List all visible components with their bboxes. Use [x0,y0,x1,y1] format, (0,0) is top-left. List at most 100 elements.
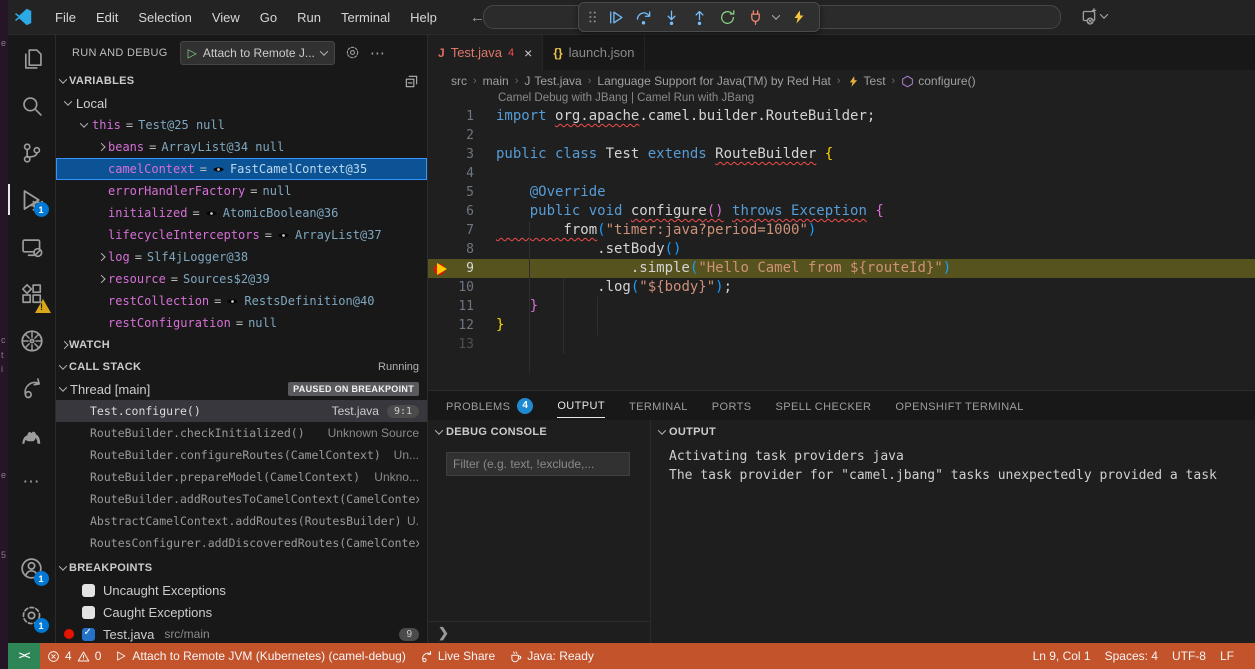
menu-file[interactable]: File [46,6,85,29]
code-line[interactable]: 10 .log("${body}"); [428,278,1255,297]
java-status[interactable]: Java: Ready [502,643,601,669]
stack-frame-row[interactable]: RouteBuilder.checkInitialized()Unknown S… [56,422,427,444]
variable-row[interactable]: restConfiguration=null [56,312,427,334]
collapse-all-icon[interactable] [404,74,419,89]
tree-chevron[interactable] [60,100,76,106]
activity-explorer[interactable] [8,35,56,82]
breakpoint-checkbox[interactable] [82,628,95,641]
panel-tab-terminal[interactable]: TERMINAL [629,391,688,420]
gear-icon[interactable] [345,45,360,60]
menu-view[interactable]: View [203,6,249,29]
problems-status[interactable]: 4 0 [40,643,108,669]
menu-help[interactable]: Help [401,6,446,29]
menu-terminal[interactable]: Terminal [332,6,399,29]
code-line[interactable]: 2 [428,126,1255,145]
chevron-down-button[interactable] [771,5,783,29]
variable-row[interactable]: beans=ArrayList@34 null [56,136,427,158]
stack-frame-row[interactable]: RouteBuilder.addRoutesToCamelContext(Cam… [56,488,427,510]
gutter[interactable] [428,240,454,259]
tab-test-java[interactable]: JTest.java4× [428,35,543,70]
remote-indicator[interactable]: >< [8,643,40,669]
code-line[interactable]: 11 } [428,297,1255,316]
debug-console-input[interactable]: ❯ [428,621,650,643]
gutter[interactable] [428,297,454,316]
code-area[interactable]: 1import org.apache.camel.builder.RouteBu… [428,107,1255,354]
lazy-eval-eye-icon[interactable] [226,295,239,308]
activity-source-control[interactable] [8,129,56,176]
close-icon[interactable]: × [524,45,532,61]
output-log[interactable]: Activating task providers javaThe task p… [651,444,1255,485]
variable-row[interactable]: errorHandlerFactory=null [56,180,427,202]
tree-chevron[interactable] [92,276,108,282]
breakpoint-checkbox[interactable] [82,584,95,597]
cursor-position[interactable]: Ln 9, Col 1 [1026,649,1098,663]
panel-tab-spell-checker[interactable]: SPELL CHECKER [776,391,872,420]
thread-row[interactable]: Thread [main] PAUSED ON BREAKPOINT [56,378,427,400]
code-line[interactable]: 7 from("timer:java?period=1000") [428,221,1255,240]
activity-extensions[interactable] [8,270,56,317]
breakpoint-row[interactable]: Uncaught Exceptions [56,579,427,601]
start-debug-icon[interactable]: ▷ [188,46,197,60]
variable-row[interactable]: Local [56,92,427,114]
variable-row[interactable]: log=Slf4jLogger@38 [56,246,427,268]
variable-row[interactable]: resource=Sources$2@39 [56,268,427,290]
panel-tab-problems[interactable]: PROBLEMS4 [446,391,533,420]
lazy-eval-eye-icon[interactable] [212,163,225,176]
breadcrumb-item[interactable]: Language Support for Java(TM) by Red Hat [597,74,830,88]
breadcrumb-item[interactable]: main [483,74,509,88]
disconnect-button[interactable] [743,5,767,29]
breakpoint-row[interactable]: Caught Exceptions [56,601,427,623]
continue-button[interactable] [603,5,627,29]
activity-settings[interactable]: 1 [8,592,56,639]
debug-console-filter-input[interactable] [446,452,630,476]
code-line[interactable]: 1import org.apache.camel.builder.RouteBu… [428,107,1255,126]
stack-frame-row[interactable]: Test.configure()Test.java9:1 [56,400,427,422]
breakpoint-checkbox[interactable] [82,606,95,619]
step-out-button[interactable] [687,5,711,29]
code-line[interactable]: 3public class Test extends RouteBuilder … [428,145,1255,164]
debug-config-dropdown[interactable]: ▷ Attach to Remote J... [180,41,335,65]
eol[interactable]: LF [1213,649,1241,663]
stack-frame-row[interactable]: RouteBuilder.prepareModel(CamelContext)U… [56,466,427,488]
activity-search[interactable] [8,82,56,129]
hot-code-replace-button[interactable] [787,5,811,29]
activity-kubernetes[interactable] [8,317,56,364]
activity-remote-explorer[interactable] [8,223,56,270]
drag-grip-button[interactable] [587,5,599,29]
lazy-eval-eye-icon[interactable] [205,207,218,220]
breakpoints-section-header[interactable]: BREAKPOINTS [56,557,427,579]
code-line[interactable]: 4 [428,164,1255,183]
gutter[interactable] [428,183,454,202]
debug-console-header[interactable]: DEBUG CONSOLE [428,420,650,444]
gutter[interactable] [428,202,454,221]
activity-run-and-debug[interactable]: 1 [8,176,56,223]
debug-session-status[interactable]: Attach to Remote JVM (Kubernetes) (camel… [108,643,412,669]
code-line[interactable]: 8 .setBody() [428,240,1255,259]
restart-button[interactable] [715,5,739,29]
gutter[interactable] [428,259,454,278]
code-line[interactable]: 13 [428,335,1255,354]
menu-run[interactable]: Run [288,6,330,29]
breadcrumb-item[interactable]: src [451,74,467,88]
breadcrumb-item[interactable]: Test [847,74,886,88]
gutter[interactable] [428,107,454,126]
output-header[interactable]: OUTPUT [651,420,1255,444]
variable-row[interactable]: this=Test@25 null [56,114,427,136]
gutter[interactable] [428,145,454,164]
more-actions-icon[interactable]: ⋯ [370,44,385,62]
activity-camel[interactable] [8,411,56,458]
stack-frame-row[interactable]: AbstractCamelContext.addRoutes(RoutesBui… [56,510,427,532]
gutter[interactable] [428,316,454,335]
tree-chevron[interactable] [92,144,108,150]
code-line[interactable]: 12} [428,316,1255,335]
code-line[interactable]: 9 .simple("Hello Camel from ${routeId}") [428,259,1255,278]
step-over-button[interactable] [631,5,655,29]
encoding[interactable]: UTF-8 [1165,649,1213,663]
gutter[interactable] [428,278,454,297]
menu-selection[interactable]: Selection [129,6,200,29]
gutter[interactable] [428,221,454,240]
activity-accounts[interactable]: 1 [8,545,56,592]
variable-row[interactable]: camelContext=FastCamelContext@35 [56,158,427,180]
live-share-status[interactable]: Live Share [413,643,502,669]
screencast-tool[interactable] [1080,7,1107,25]
